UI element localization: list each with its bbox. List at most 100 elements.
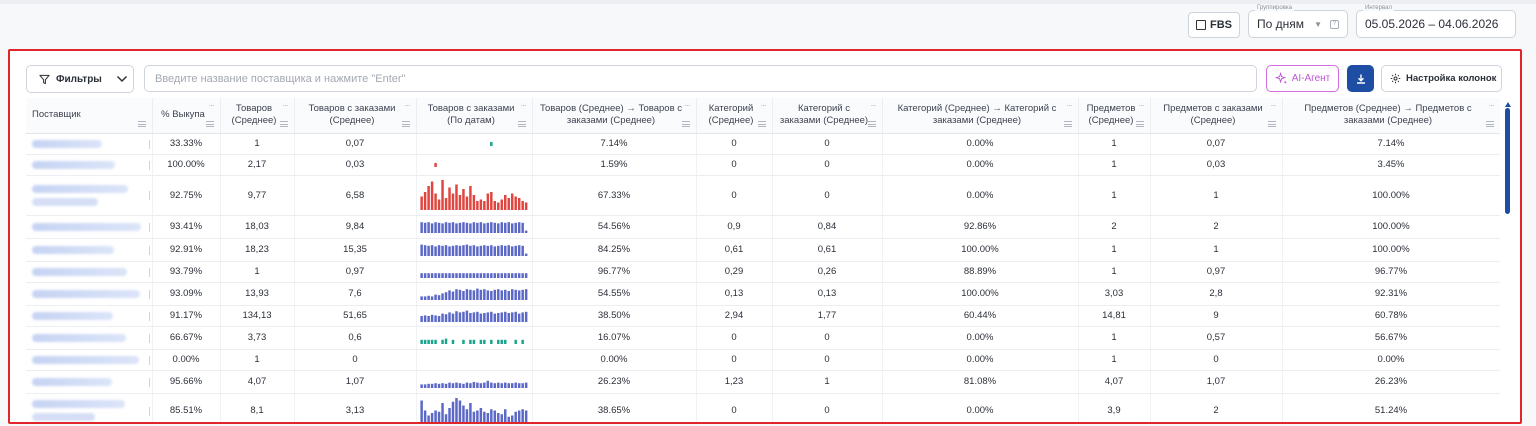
table-row[interactable]: 0.00% 1 0 0.00% 0 0 0.00% 1 0 0.00% — [26, 349, 1500, 371]
sparkline-bar — [504, 311, 507, 322]
vertical-scrollbar[interactable] — [1504, 102, 1512, 422]
column-menu-icon[interactable] — [1063, 120, 1072, 127]
supplier-name-redacted[interactable] — [32, 222, 141, 231]
column-menu-icon[interactable] — [757, 120, 766, 127]
sparkline-bar — [427, 295, 430, 300]
column-menu-icon[interactable] — [681, 120, 690, 127]
column-header[interactable]: Категорий (Среднее) ··· — [696, 98, 773, 134]
column-options-icon[interactable]: ··· — [1489, 100, 1495, 112]
column-options-icon[interactable]: ··· — [1139, 100, 1145, 112]
table-row[interactable]: 92.91% 18,23 15,35 84.25% 0,61 0,61 100.00% 1 1 1… — [26, 238, 1500, 262]
cell-cats-orders: 1 — [772, 370, 883, 394]
column-header[interactable]: Товаров (Среднее) ··· — [220, 98, 295, 134]
supplier-cell[interactable] — [26, 261, 153, 283]
supplier-cell[interactable] — [26, 133, 153, 155]
table-row[interactable]: 95.66% 4,07 1,07 26.23% 1,23 1 81.08% 4,07 1,07 2… — [26, 370, 1500, 394]
scrollbar-thumb[interactable] — [1505, 102, 1511, 214]
supplier-cell[interactable] — [26, 305, 153, 327]
cell-cats: 0,13 — [696, 282, 773, 306]
supplier-cell[interactable] — [26, 393, 153, 422]
sparkline-bar — [420, 295, 423, 300]
supplier-name-redacted[interactable] — [32, 184, 128, 193]
column-menu-icon[interactable] — [867, 120, 876, 127]
column-menu-icon[interactable] — [137, 120, 146, 127]
cell-cats: 0 — [696, 133, 773, 155]
column-menu-icon[interactable] — [1135, 120, 1144, 127]
table-row[interactable]: 93.79% 1 0,97 96.77% 0,29 0,26 88.89% 1 0,97 96.7… — [26, 261, 1500, 283]
column-options-icon[interactable]: ··· — [685, 100, 691, 112]
column-options-icon[interactable]: ··· — [1271, 100, 1277, 112]
sparkline-bar — [441, 222, 444, 233]
supplier-name-redacted[interactable] — [32, 245, 114, 254]
sparkline-bar — [510, 222, 514, 233]
column-options-icon[interactable]: ··· — [283, 100, 289, 112]
supplier-cell[interactable] — [26, 175, 153, 216]
filters-button[interactable]: Фильтры — [26, 65, 134, 93]
supplier-cell[interactable] — [26, 326, 153, 350]
cell-cats-orders: 0,26 — [772, 261, 883, 283]
download-button[interactable] — [1347, 65, 1374, 92]
supplier-cell[interactable] — [26, 349, 153, 371]
column-options-icon[interactable]: ··· — [1067, 100, 1073, 112]
table-row[interactable]: 92.75% 9,77 6,58 67.33% 0 0 0.00% 1 1 100.00% — [26, 175, 1500, 216]
supplier-cell[interactable] — [26, 154, 153, 176]
supplier-name-redacted[interactable] — [32, 267, 127, 276]
column-header[interactable]: Поставщик — [26, 98, 153, 134]
column-options-icon[interactable]: ··· — [871, 100, 877, 112]
interval-picker[interactable]: Интервал 05.05.2026 – 04.06.2026 — [1356, 5, 1516, 38]
grouping-select[interactable]: Группировка По дням ▼ ? — [1248, 5, 1348, 38]
table-row[interactable]: 85.51% 8,1 3,13 38.65% 0 0 0.00% 3,9 2 51.24% — [26, 393, 1500, 422]
fbs-checkbox[interactable] — [1196, 20, 1206, 30]
column-menu-icon[interactable] — [1485, 120, 1494, 127]
cell-conv: 96.77% — [532, 261, 697, 283]
supplier-cell[interactable] — [26, 282, 153, 306]
sparkline-bar — [493, 382, 497, 388]
column-options-icon[interactable]: ··· — [209, 100, 215, 112]
supplier-name-redacted[interactable] — [32, 400, 125, 408]
supplier-name-redacted[interactable] — [32, 355, 139, 364]
supplier-cell[interactable] — [26, 215, 153, 239]
column-options-icon[interactable]: ··· — [761, 100, 767, 112]
supplier-name-redacted[interactable] — [32, 333, 126, 342]
cell-pct: 85.51% — [152, 393, 221, 422]
sparkline-bar — [462, 221, 465, 233]
fbs-toggle[interactable]: FBS — [1188, 12, 1240, 38]
table-row[interactable]: 91.17% 134,13 51,65 38.50% 2,94 1,77 60.44% 14,… — [26, 305, 1500, 327]
column-menu-icon[interactable] — [1267, 120, 1276, 127]
supplier-cell[interactable] — [26, 370, 153, 394]
table-row[interactable]: 93.09% 13,93 7,6 54.55% 0,13 0,13 100.00% 3,03 2… — [26, 282, 1500, 306]
table-row[interactable]: 93.41% 18,03 9,84 54.56% 0,9 0,84 92.86% 2 2 100.… — [26, 215, 1500, 239]
column-header[interactable]: Категорий (Среднее) → Категорий с заказа… — [882, 98, 1079, 134]
column-menu-icon[interactable] — [401, 120, 410, 127]
supplier-cell[interactable] — [26, 238, 153, 262]
column-header[interactable]: Предметов (Среднее) ··· — [1078, 98, 1151, 134]
sparkline-bar — [469, 312, 472, 322]
column-menu-icon[interactable] — [279, 120, 288, 127]
column-header[interactable]: Товаров с заказами (По датам) ··· — [416, 98, 533, 134]
column-menu-icon[interactable] — [205, 120, 214, 127]
sparkline-bar — [497, 339, 500, 344]
table-row[interactable]: 33.33% 1 0,07 7.14% 0 0 0.00% 1 0,07 7.14% — [26, 133, 1500, 155]
column-header[interactable]: Категорий с заказами (Среднее) ··· — [772, 98, 883, 134]
column-header[interactable]: Предметов (Среднее) → Предметов с заказа… — [1282, 98, 1500, 134]
column-header[interactable]: % Выкупа ··· — [152, 98, 221, 134]
column-options-icon[interactable]: ··· — [521, 100, 527, 112]
ai-agent-button[interactable]: AI-Агент — [1266, 65, 1339, 92]
supplier-name-redacted[interactable] — [32, 160, 115, 169]
column-header[interactable]: Предметов с заказами (Среднее) ··· — [1150, 98, 1283, 134]
help-icon[interactable]: ? — [1330, 19, 1339, 29]
column-header[interactable]: Товаров с заказами (Среднее) ··· — [294, 98, 417, 134]
table-row[interactable]: 100.00% 2,17 0,03 1.59% 0 0 0.00% 1 0,03 3.45% — [26, 154, 1500, 176]
supplier-name-redacted[interactable] — [32, 289, 140, 298]
scroll-up-icon[interactable] — [1505, 102, 1511, 107]
column-options-icon[interactable]: ··· — [405, 100, 411, 112]
column-settings-button[interactable]: Настройка колонок — [1381, 65, 1502, 92]
table-row[interactable]: 66.67% 3,73 0,6 16.07% 0 0 0.00% 1 0,57 56.67% — [26, 326, 1500, 350]
supplier-search-input[interactable] — [144, 65, 1257, 92]
column-header[interactable]: Товаров (Среднее) → Товаров с заказами (… — [532, 98, 697, 134]
table-toolbar: Фильтры AI-Агент — [26, 65, 1512, 95]
supplier-name-redacted[interactable] — [32, 139, 102, 148]
supplier-name-redacted[interactable] — [32, 377, 112, 386]
supplier-name-redacted[interactable] — [32, 311, 113, 320]
column-menu-icon[interactable] — [517, 120, 526, 127]
